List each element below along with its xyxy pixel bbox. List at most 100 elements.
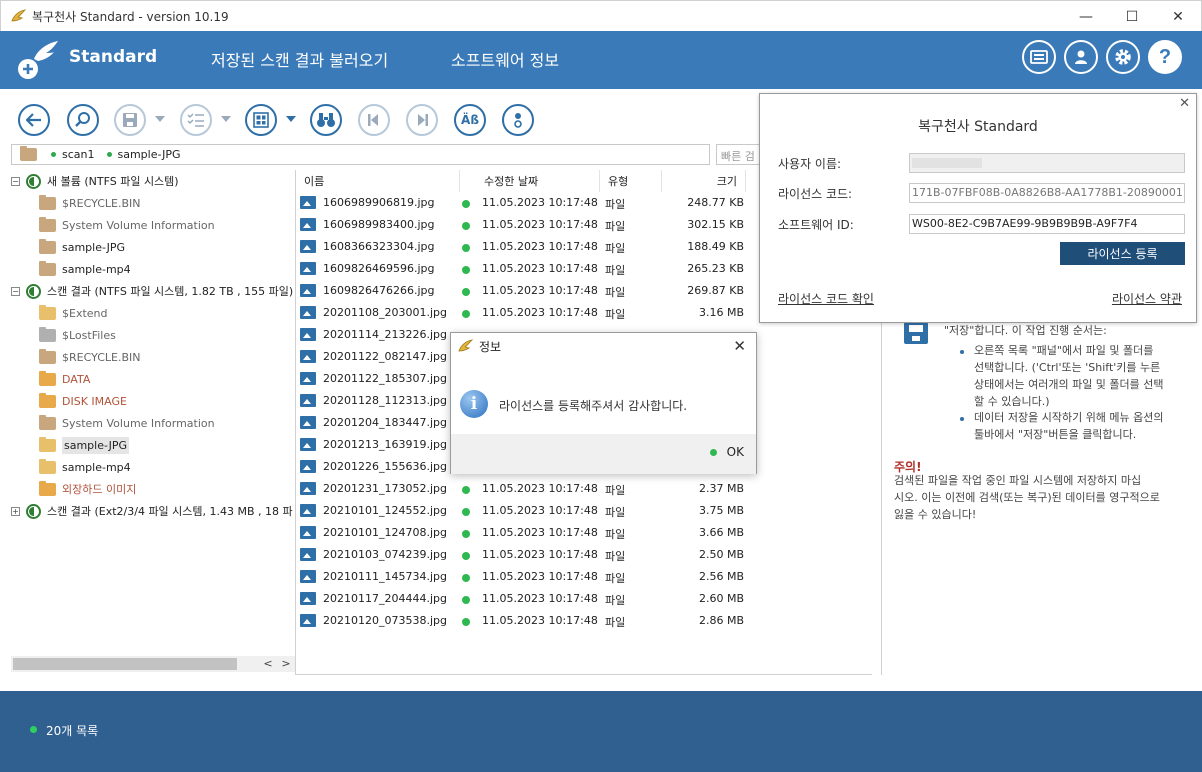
toggle-button[interactable] xyxy=(502,104,534,136)
file-size: 3.66 MB xyxy=(698,526,744,539)
tree-item[interactable]: $RECYCLE.BIN xyxy=(39,346,140,368)
status-dot-icon xyxy=(462,618,470,626)
image-file-icon xyxy=(300,350,316,363)
tree-item[interactable]: $Extend xyxy=(39,302,108,324)
volume-icon xyxy=(26,503,41,519)
ok-label: OK xyxy=(726,445,744,459)
news-button[interactable] xyxy=(1022,40,1056,74)
tree-item[interactable]: $RECYCLE.BIN xyxy=(39,192,140,214)
info-dialog: 정보 ✕ i 라이선스를 등록해주셔서 감사합니다. OK xyxy=(450,332,757,474)
scroll-right-icon[interactable]: > xyxy=(277,656,295,672)
back-button[interactable] xyxy=(18,104,50,136)
tree-item[interactable]: System Volume Information xyxy=(39,214,215,236)
table-row[interactable]: 20201108_203001.jpg 11.05.2023 10:17:48 파일… xyxy=(296,302,748,324)
settings-button[interactable] xyxy=(1106,40,1140,74)
tree-item-label: DATA xyxy=(62,372,91,386)
register-license-button[interactable]: 라이선스 등록 xyxy=(1060,242,1185,265)
tree-item[interactable]: sample-JPG xyxy=(39,236,125,258)
close-window-button[interactable]: ✕ xyxy=(1155,1,1201,32)
previous-button[interactable] xyxy=(358,104,390,136)
table-row[interactable]: 20210117_204444.jpg 11.05.2023 10:17:48 파일… xyxy=(296,588,748,610)
scrollbar-thumb[interactable] xyxy=(13,658,237,670)
table-row[interactable]: 20210101_124708.jpg 11.05.2023 10:17:48 파일… xyxy=(296,522,748,544)
path-segment[interactable]: sample-JPG xyxy=(106,148,180,161)
column-date[interactable]: 수정한 날짜 xyxy=(460,170,600,192)
table-row[interactable]: 20210103_074239.jpg 11.05.2023 10:17:48 파일… xyxy=(296,544,748,566)
table-row[interactable]: 1609826476266.jpg 11.05.2023 10:17:48 파일 26… xyxy=(296,280,748,302)
nav-load-scan[interactable]: 저장된 스캔 결과 불러오기 xyxy=(211,47,388,71)
path-bar[interactable]: scan1 sample-JPG xyxy=(11,144,710,165)
maximize-button[interactable]: ☐ xyxy=(1109,1,1155,32)
path-segment[interactable]: scan1 xyxy=(51,148,95,161)
view-mode-button[interactable] xyxy=(245,104,277,136)
save-dropdown-icon[interactable] xyxy=(155,116,165,122)
table-row[interactable]: 1609826469596.jpg 11.05.2023 10:17:48 파일 26… xyxy=(296,258,748,280)
license-code-field[interactable]: 171B-07FBF08B-0A8826B8-AA1778B1-20890001 xyxy=(909,183,1185,203)
dialog-footer: OK xyxy=(451,434,756,474)
collapse-icon[interactable]: − xyxy=(11,286,20,296)
file-name: 20210103_074239.jpg xyxy=(323,548,447,561)
close-icon[interactable]: ✕ xyxy=(1179,96,1190,111)
expand-icon[interactable]: + xyxy=(11,506,20,516)
table-row[interactable]: 20210111_145734.jpg 11.05.2023 10:17:48 파일… xyxy=(296,566,748,588)
next-button[interactable] xyxy=(406,104,438,136)
tree-item[interactable]: + 스캔 결과 (Ext2/3/4 파일 시스템, 1.43 MB , 18 파 xyxy=(11,500,293,522)
file-type: 파일 xyxy=(605,550,626,563)
search-button[interactable] xyxy=(67,104,99,136)
bullet-icon xyxy=(960,417,964,421)
column-name[interactable]: 이름 xyxy=(296,170,460,192)
find-button[interactable] xyxy=(310,104,342,136)
save-button[interactable] xyxy=(114,104,146,136)
column-size[interactable]: 크기 xyxy=(662,170,746,192)
dialog-close-button[interactable]: ✕ xyxy=(733,337,746,355)
tree-item[interactable]: $LostFiles xyxy=(39,324,116,346)
tree-item[interactable]: sample-mp4 xyxy=(39,258,131,280)
status-dot-icon xyxy=(462,288,470,296)
table-row[interactable]: 20210101_124552.jpg 11.05.2023 10:17:48 파일… xyxy=(296,500,748,522)
table-row[interactable]: 1606989906819.jpg 11.05.2023 10:17:48 파일 24… xyxy=(296,192,748,214)
view-dropdown-icon[interactable] xyxy=(286,116,296,122)
table-row[interactable]: 20210120_073538.jpg 11.05.2023 10:17:48 파일… xyxy=(296,610,748,632)
tree-item[interactable]: sample-JPG xyxy=(39,434,129,456)
column-type[interactable]: 유형 xyxy=(600,170,662,192)
table-row[interactable]: 1608366323304.jpg 11.05.2023 10:17:48 파일 18… xyxy=(296,236,748,258)
quick-search-input[interactable]: 빠른 검 xyxy=(716,144,760,165)
user-name-label: 사용자 이름: xyxy=(778,157,842,171)
nav-software-info[interactable]: 소프트웨어 정보 xyxy=(451,47,559,71)
file-name: 1606989983400.jpg xyxy=(323,218,435,231)
list-button[interactable] xyxy=(180,104,212,136)
software-id-field[interactable]: WS00-8E2-C9B7AE99-9B9B9B9B-A9F7F4 xyxy=(909,214,1185,234)
collapse-icon[interactable]: − xyxy=(11,176,20,186)
file-type: 파일 xyxy=(605,572,626,585)
ok-button[interactable]: OK xyxy=(709,445,744,459)
table-row[interactable]: 1606989983400.jpg 11.05.2023 10:17:48 파일 30… xyxy=(296,214,748,236)
license-terms-link[interactable]: 라이선스 약관 xyxy=(1112,290,1182,307)
tree-item[interactable]: 외장하드 이미지 xyxy=(39,478,136,500)
item-count: 20개 목록 xyxy=(46,724,99,738)
encoding-button[interactable]: Äß xyxy=(454,104,486,136)
check-license-link[interactable]: 라이선스 코드 확인 xyxy=(778,290,874,307)
scroll-left-icon[interactable]: < xyxy=(259,656,277,672)
file-type: 파일 xyxy=(605,528,626,541)
tree-item[interactable]: System Volume Information xyxy=(39,412,215,434)
file-size: 3.75 MB xyxy=(698,504,744,517)
user-name-field[interactable] xyxy=(909,153,1185,173)
file-size: 2.37 MB xyxy=(698,482,744,495)
file-date: 11.05.2023 10:17:48 xyxy=(482,240,598,253)
tree-horizontal-scrollbar[interactable]: < > xyxy=(11,656,295,672)
minimize-button[interactable]: — xyxy=(1063,1,1109,32)
account-button[interactable] xyxy=(1064,40,1098,74)
help-button[interactable]: ? xyxy=(1148,40,1182,74)
file-name: 20201231_173052.jpg xyxy=(323,482,447,495)
gear-icon xyxy=(1115,49,1131,65)
list-dropdown-icon[interactable] xyxy=(221,116,231,122)
tree-item[interactable]: DISK IMAGE xyxy=(39,390,127,412)
tree-item[interactable]: sample-mp4 xyxy=(39,456,131,478)
brand-label: Standard xyxy=(69,47,158,67)
image-file-icon xyxy=(300,284,316,297)
tree-item[interactable]: − 스캔 결과 (NTFS 파일 시스템, 1.82 TB , 155 파일) xyxy=(11,280,293,302)
tree-item[interactable]: − 새 볼륨 (NTFS 파일 시스템) xyxy=(11,170,179,192)
file-name: 1609826469596.jpg xyxy=(323,262,435,275)
tree-item[interactable]: DATA xyxy=(39,368,90,390)
table-row[interactable]: 20201231_173052.jpg 11.05.2023 10:17:48 파일… xyxy=(296,478,748,500)
